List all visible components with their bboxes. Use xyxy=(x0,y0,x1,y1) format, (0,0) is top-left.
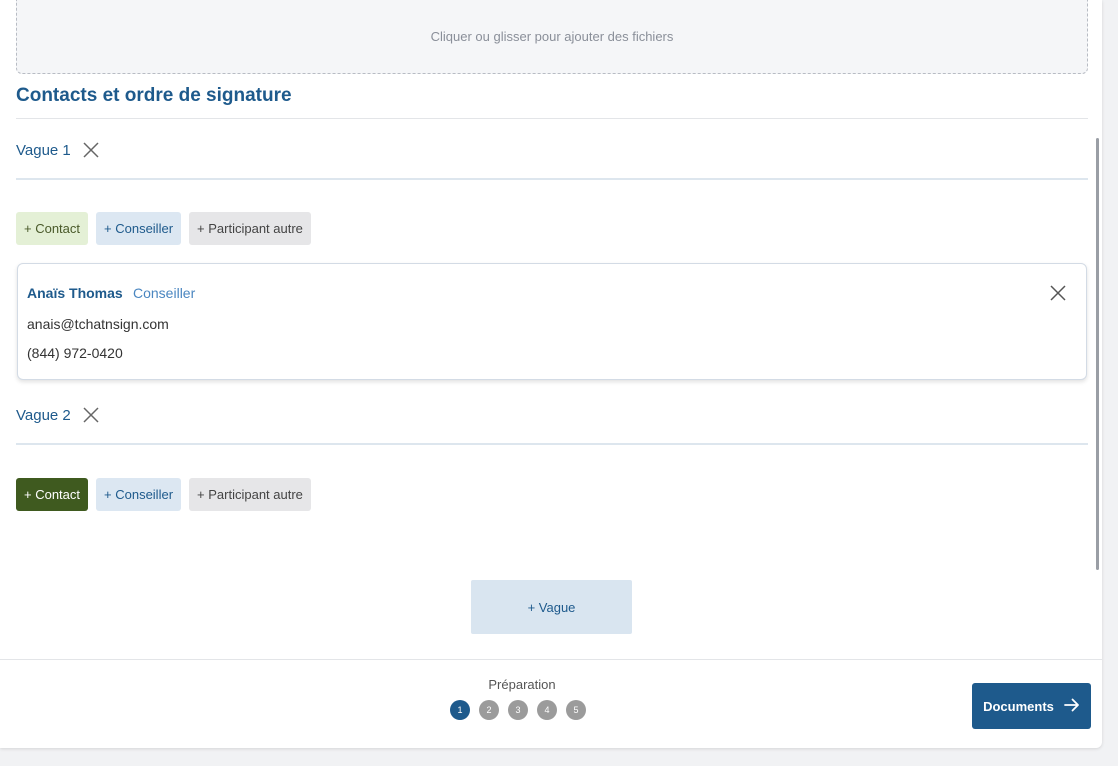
wave-1-add-conseiller-button[interactable]: + Conseiller xyxy=(96,212,182,245)
participant-email: anais@tchatnsign.com xyxy=(27,316,169,332)
participant-phone: (844) 972-0420 xyxy=(27,345,123,361)
wave-2-divider xyxy=(16,443,1088,445)
participant-role: Conseiller xyxy=(133,285,196,301)
participant-card: Anaïs Thomas Conseiller anais@tchatnsign… xyxy=(17,263,1087,380)
next-documents-button[interactable]: Documents xyxy=(972,683,1091,729)
wave-1-close-icon[interactable] xyxy=(82,141,100,159)
divider xyxy=(16,118,1088,119)
section-title: Contacts et ordre de signature xyxy=(16,85,292,106)
wave-1-divider xyxy=(16,178,1088,180)
remove-participant-close-icon[interactable] xyxy=(1048,283,1068,303)
add-wave-label: + Vague xyxy=(527,599,576,615)
wave-2-add-conseiller-button[interactable]: + Conseiller xyxy=(96,478,182,511)
wave-2-label: Vague 2 xyxy=(16,406,71,424)
scrollbar[interactable] xyxy=(1096,138,1099,570)
stepper-label: Préparation xyxy=(488,677,556,692)
arrow-right-icon xyxy=(1063,698,1080,715)
step-2[interactable]: 2 xyxy=(479,700,499,720)
add-wave-button[interactable]: + Vague xyxy=(471,580,632,634)
step-5[interactable]: 5 xyxy=(566,700,586,720)
wave-2-add-buttons: + Contact + Conseiller + Participant aut… xyxy=(16,478,311,511)
file-dropzone[interactable]: Cliquer ou glisser pour ajouter des fich… xyxy=(16,0,1088,74)
dropzone-text: Cliquer ou glisser pour ajouter des fich… xyxy=(430,29,674,44)
wave-2-add-contact-button[interactable]: + Contact xyxy=(16,478,89,511)
wave-2-close-icon[interactable] xyxy=(82,406,100,424)
footer-divider xyxy=(0,659,1102,660)
step-4[interactable]: 4 xyxy=(537,700,557,720)
wave-1-add-participant-button[interactable]: + Participant autre xyxy=(189,212,311,245)
wave-2-header: Vague 2 xyxy=(16,406,100,424)
wave-1-add-buttons: + Contact + Conseiller + Participant aut… xyxy=(16,212,311,245)
wave-1-label: Vague 1 xyxy=(16,141,71,159)
wave-1-add-contact-button[interactable]: + Contact xyxy=(16,212,89,245)
participant-name: Anaïs Thomas xyxy=(27,285,123,301)
wave-1-header: Vague 1 xyxy=(16,141,100,159)
stepper: 1 2 3 4 5 xyxy=(450,700,586,720)
next-button-label: Documents xyxy=(983,698,1054,714)
step-1[interactable]: 1 xyxy=(450,700,470,720)
wave-2-add-participant-button[interactable]: + Participant autre xyxy=(189,478,311,511)
step-3[interactable]: 3 xyxy=(508,700,528,720)
main-panel: Cliquer ou glisser pour ajouter des fich… xyxy=(0,0,1102,748)
